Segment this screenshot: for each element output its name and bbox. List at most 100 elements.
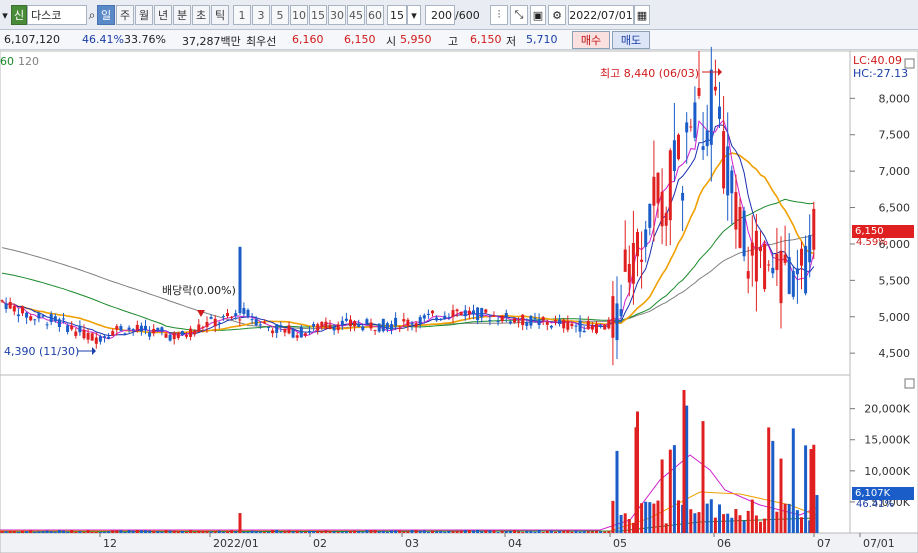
candle-body [418,317,422,325]
volume-bar [508,531,512,533]
volume-bar [488,530,492,533]
volume-bar [435,531,439,533]
volume-bar [566,530,570,533]
candle-body [291,329,295,338]
volume-bar [693,513,697,533]
stock-chart[interactable]: 60 120 LC:40.09 HC:-27.13 8,000 7,500 7,00… [0,0,918,553]
volume-bar [160,531,164,533]
volume-bar [517,531,521,533]
volume-bar [418,530,422,533]
volume-bar [21,530,24,533]
candle-body [33,319,37,321]
volume-bar [357,531,361,533]
candle-body [328,324,332,329]
candle-body [209,317,213,319]
volume-bar [677,500,680,533]
volume-bar [603,531,607,533]
volume-bar [238,513,242,533]
candle-body [62,318,65,320]
volume-bar [275,529,279,533]
candle-body [496,321,500,323]
candle-body [631,242,635,284]
candle-body [119,326,123,331]
volume-bar [258,531,262,533]
volume-bar [209,531,213,533]
volume-bar [787,503,791,533]
volume-panel-close-icon[interactable] [904,378,915,389]
volume-bar [291,531,295,533]
volume-bar [115,530,119,533]
volume-bar [529,531,533,533]
volume-bar [201,530,205,533]
candle-body [697,87,701,96]
volume-bar [332,531,336,533]
candle-body [636,232,639,257]
candle-body [107,336,111,339]
candle-body [221,316,225,318]
candle-body [504,312,508,318]
volume-bar [254,531,258,533]
volume-bar [336,532,340,533]
volume-panel [0,374,851,534]
candle-body [570,323,574,327]
candle-body [78,325,82,333]
candle-body [53,316,57,322]
candle-body [336,324,340,331]
candle-body [193,330,197,335]
candle-body [488,319,492,321]
candle-body [312,323,316,327]
ma60-legend: 60 [0,55,14,68]
volume-bar [303,531,307,533]
volume-bar [537,529,541,533]
candle-body [254,319,258,326]
candle-body [70,325,74,330]
candle-body [148,332,152,337]
candle-body [582,330,586,333]
volume-bar [197,530,201,533]
ma120-legend: 120 [18,55,39,68]
volume-bar [590,531,594,533]
volume-bar [648,502,652,533]
volume-bar [549,530,553,533]
panel-close-icon[interactable] [904,58,915,69]
volume-bar [623,513,627,533]
candle-body [82,330,86,339]
candle-body [324,321,328,329]
volume-bar [33,531,37,533]
volume-bar [402,531,406,533]
candle-body [615,303,619,341]
candle-body [791,271,795,297]
volume-bar [644,501,648,533]
volume-bar [217,530,221,533]
candle-body [443,315,447,319]
volume-bar [750,499,754,533]
volume-bar [369,530,373,533]
y-tick-label: 8,000 [879,92,911,105]
volume-bar [37,531,41,533]
volume-bar [771,440,775,533]
candle-body [800,248,803,266]
candle-body [275,324,279,333]
candle-body [558,319,562,324]
candle-body [619,309,623,317]
volume-bar [812,444,816,533]
candle-body [713,86,717,91]
candle-body [156,327,160,330]
x-tick-label: 2022/01 [213,537,259,550]
candle-body [103,336,106,338]
volume-bar [619,514,623,533]
volume-bar [759,521,762,533]
candle-body [767,264,771,266]
volume-bar [234,531,238,533]
y-tick-label: 6,500 [879,202,911,215]
candle-body [66,325,70,333]
volume-bar [726,513,730,533]
volume-bar [349,531,352,533]
candle-body [340,320,344,326]
volume-bar [476,529,480,533]
low-annotation: 4,390 (11/30) [4,345,79,358]
candle-body [197,324,201,332]
volume-bar [373,530,377,533]
volume-bar [328,531,332,533]
y-tick-label: 7,500 [879,129,911,142]
